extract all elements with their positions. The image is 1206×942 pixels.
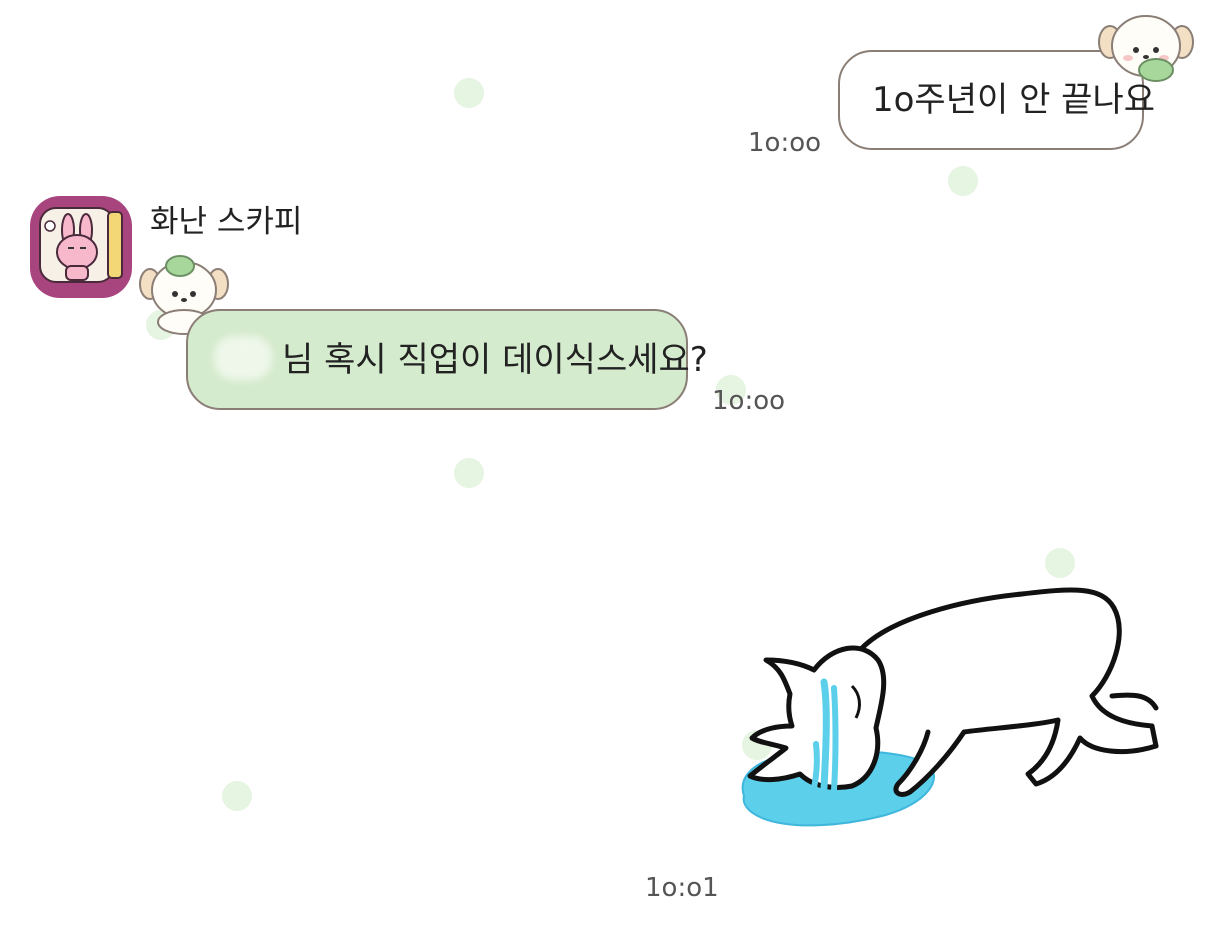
rabbit-avatar-icon[interactable]: [30, 196, 132, 298]
message-time: 1o:oo: [748, 128, 822, 158]
bg-dot: [948, 166, 978, 196]
crying-cat-sticker[interactable]: [732, 578, 1164, 838]
message-time: 1o:o1: [645, 873, 719, 903]
message-text: 1o주년이 안 끝나요: [872, 80, 1156, 120]
bg-dot: [222, 781, 252, 811]
puppy-leaf-icon: [1098, 15, 1194, 82]
sender-name: 화난 스카피: [150, 204, 303, 240]
bg-dot: [454, 78, 484, 108]
redacted-name: [214, 336, 272, 380]
message-time: 1o:oo: [712, 386, 786, 416]
bg-dot: [454, 458, 484, 488]
message-text: 님 혹시 직업이 데이식스세요?: [282, 339, 708, 380]
bg-dot: [1045, 548, 1075, 578]
